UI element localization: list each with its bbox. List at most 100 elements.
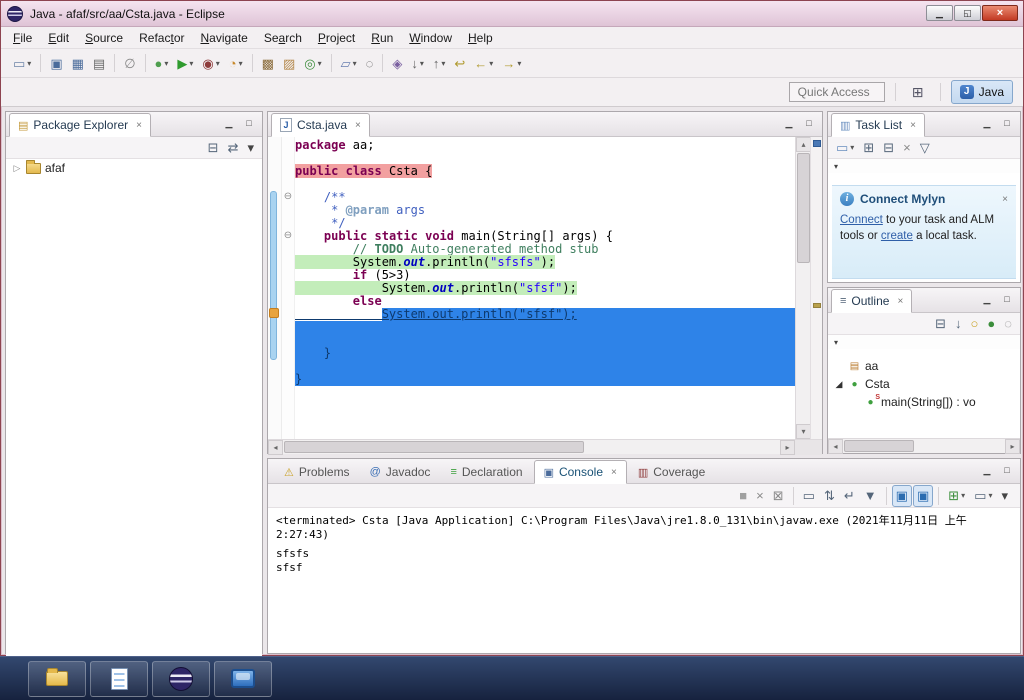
dropdown-arrow-icon[interactable]: ▾ [189, 59, 193, 68]
dropdown-arrow-icon[interactable]: ▾ [318, 59, 322, 68]
menu-project[interactable]: Project [310, 28, 363, 48]
folding-ruler[interactable]: ⊖ ⊖ [282, 137, 295, 439]
skip-all-breakpoints-button[interactable]: ∅ [120, 52, 139, 74]
debug-button[interactable]: ● ▾ [151, 52, 173, 74]
remove-launch-button[interactable]: × [752, 485, 768, 507]
dropdown-arrow-icon[interactable]: ▾ [420, 59, 424, 68]
code-editor[interactable]: package aa; public class Csta { /** * @pa… [295, 137, 795, 439]
scroll-right-icon[interactable]: ▸ [780, 439, 795, 455]
horizontal-scroll-thumb[interactable] [844, 440, 914, 452]
maximize-view-button[interactable]: □ [998, 292, 1016, 308]
minimize-view-button[interactable]: ▁ [978, 292, 996, 308]
code-line[interactable]: } [295, 373, 795, 386]
run-button[interactable]: ▶ ▾ [173, 52, 197, 74]
dropdown-arrow-icon[interactable]: ▾ [517, 59, 521, 68]
code-line[interactable] [295, 178, 795, 191]
create-local-task-link[interactable]: create [881, 230, 913, 242]
open-perspective-button[interactable]: ⊞ [906, 80, 930, 104]
delete-task-button[interactable]: × [899, 137, 915, 159]
outline-horizontal-scrollbar[interactable]: ◂ ▸ [828, 438, 1020, 454]
expander-collapsed-icon[interactable]: ▷ [12, 163, 22, 174]
fold-collapse-icon[interactable]: ⊖ [282, 230, 294, 243]
dropdown-arrow-icon[interactable]: ▾ [988, 491, 992, 500]
save-button[interactable]: ▣ [46, 52, 66, 74]
terminate-button[interactable]: ■ [735, 485, 751, 507]
scroll-left-icon[interactable]: ◂ [268, 439, 283, 455]
code-line[interactable]: } [295, 347, 795, 360]
tab-coverage[interactable]: ▥ Coverage [629, 461, 714, 483]
new-task-button[interactable]: ▭ ▾ [832, 137, 858, 159]
dropdown-arrow-icon[interactable]: ▾ [961, 491, 965, 500]
new-java-project-button[interactable]: ▩ [258, 52, 278, 74]
filter-tasks-button[interactable]: ▽ [916, 137, 934, 159]
show-console-on-stdout-button[interactable]: ▣ [891, 484, 912, 507]
code-line[interactable]: package aa; [295, 139, 795, 152]
minimize-view-button[interactable]: ▁ [978, 116, 996, 132]
project-row-afaf[interactable]: ▷ afaf [6, 159, 262, 177]
open-task-button[interactable]: ▱ ▾ [337, 52, 361, 74]
outline-item-csta[interactable]: ◢ ● Csta [828, 375, 1020, 393]
tab-javadoc[interactable]: @ Javadoc [361, 461, 440, 483]
horizontal-scroll-thumb[interactable] [284, 441, 584, 453]
hide-static-members-button[interactable]: ● [983, 313, 999, 335]
taskbar-button-computer[interactable] [214, 660, 272, 697]
menu-refactor[interactable]: Refactor [131, 28, 192, 48]
display-selected-console-button[interactable]: ▭ ▾ [970, 485, 996, 507]
close-window-button[interactable]: × [982, 5, 1018, 21]
dropdown-arrow-icon[interactable]: ▾ [850, 143, 854, 152]
taskbar-button-windows-explorer[interactable] [28, 660, 86, 697]
overview-ruler[interactable] [810, 137, 822, 439]
task-list-view-menu[interactable]: ▾ [828, 159, 1020, 173]
save-all-button[interactable]: ▦ [68, 52, 88, 74]
minimize-view-button[interactable]: ▁ [978, 463, 996, 479]
menu-window[interactable]: Window [401, 28, 460, 48]
titlebar[interactable]: Java - afaf/src/aa/Csta.java - Eclipse ▁… [1, 1, 1023, 27]
close-view-icon[interactable]: × [897, 296, 903, 307]
close-view-icon[interactable]: × [910, 120, 916, 131]
outline-item-main-string-vo[interactable]: ● Smain(String[]) : vo [828, 393, 1020, 411]
code-line[interactable] [295, 360, 795, 373]
categorized-presentation-button[interactable]: ⊞ [859, 137, 878, 159]
code-line[interactable]: public class Csta { [295, 164, 795, 178]
scroll-right-icon[interactable]: ▸ [1005, 438, 1020, 454]
back-button[interactable]: ← ▾ [470, 52, 497, 74]
previous-annotation-button[interactable]: ↑ ▾ [429, 52, 450, 74]
close-view-icon[interactable]: × [136, 120, 142, 131]
remove-all-terminated-button[interactable]: ⊠ [769, 485, 788, 507]
maximize-view-button[interactable]: □ [998, 116, 1016, 132]
open-type-button[interactable]: ◈ [388, 52, 406, 74]
print-button[interactable]: ▤ [89, 52, 109, 74]
tab-problems[interactable]: ⚠ Problems [275, 461, 359, 483]
view-menu-button[interactable]: ▾ [997, 485, 1012, 507]
java-perspective-button[interactable]: J Java [950, 80, 1013, 104]
tab-task-list[interactable]: ▥ Task List × [831, 113, 925, 137]
clear-console-button[interactable]: ▭ [799, 485, 819, 507]
scroll-down-icon[interactable]: ▾ [796, 424, 811, 439]
tab-outline[interactable]: ≡ Outline × [831, 289, 913, 313]
new-java-package-button[interactable]: ▨ [279, 52, 299, 74]
maximize-view-button[interactable]: □ [240, 116, 258, 132]
menu-navigate[interactable]: Navigate [192, 28, 255, 48]
taskbar-button-text-editor[interactable] [90, 660, 148, 697]
tab-csta-java[interactable]: J Csta.java × [271, 113, 370, 137]
open-console-button[interactable]: ⊞ ▾ [944, 485, 969, 507]
minimize-window-button[interactable]: ▁ [926, 5, 953, 21]
view-menu-chevron-icon[interactable]: ▾ [834, 162, 838, 171]
maximize-editor-button[interactable]: □ [800, 116, 818, 132]
maximize-view-button[interactable]: □ [998, 463, 1016, 479]
expander-expanded-icon[interactable]: ◢ [834, 379, 844, 390]
tab-package-explorer[interactable]: ▤ Package Explorer × [9, 113, 151, 137]
close-editor-icon[interactable]: × [355, 120, 361, 131]
dropdown-arrow-icon[interactable]: ▾ [353, 59, 357, 68]
new-java-class-button[interactable]: ◎ ▾ [300, 52, 325, 74]
view-menu-button[interactable]: ▾ [243, 137, 258, 159]
scheduled-presentation-button[interactable]: ⊟ [879, 137, 898, 159]
search-button[interactable]: ◌ [362, 52, 378, 74]
code-line[interactable] [295, 334, 795, 347]
dropdown-arrow-icon[interactable]: ▾ [216, 59, 220, 68]
restore-window-button[interactable]: ◱ [954, 5, 981, 21]
dropdown-arrow-icon[interactable]: ▾ [27, 59, 31, 68]
next-annotation-button[interactable]: ↓ ▾ [407, 52, 428, 74]
collapse-all-button[interactable]: ⊟ [204, 137, 223, 159]
quick-access-input[interactable]: Quick Access [788, 82, 885, 102]
